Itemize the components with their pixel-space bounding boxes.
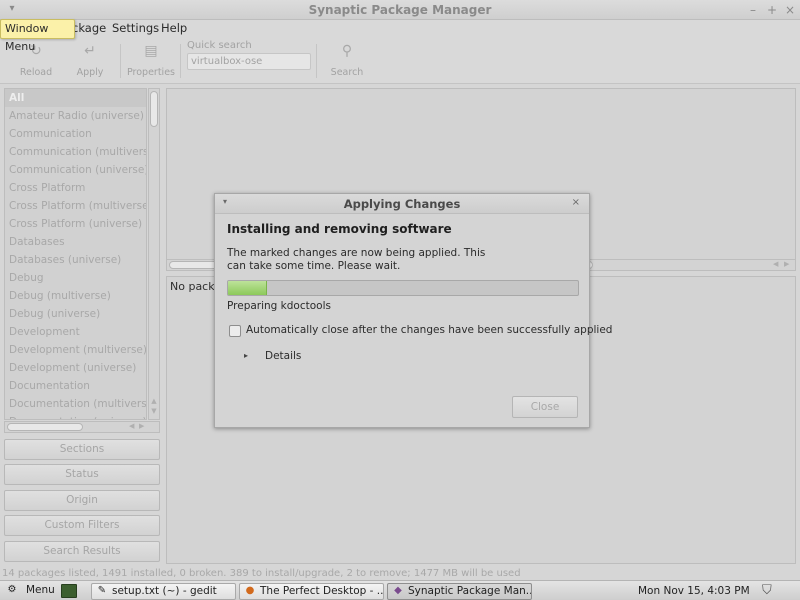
taskbar-item-synaptic[interactable]: ◆ Synaptic Package Man... bbox=[387, 583, 532, 600]
maximize-icon[interactable]: + bbox=[764, 2, 780, 18]
close-icon[interactable]: × bbox=[782, 2, 798, 18]
section-item[interactable]: All bbox=[5, 89, 146, 107]
progress-fill bbox=[228, 281, 267, 295]
status-bar: 14 packages listed, 1491 installed, 0 br… bbox=[2, 568, 521, 579]
start-menu-button[interactable]: ⚙ Menu bbox=[4, 583, 58, 600]
progress-label: Preparing kdoctools bbox=[227, 300, 331, 312]
properties-button[interactable]: ▤ Properties bbox=[126, 42, 176, 80]
scroll-right-icon[interactable]: ▶ bbox=[139, 422, 144, 430]
scroll-down-icon[interactable]: ▼ bbox=[150, 407, 158, 415]
close-button[interactable]: Close bbox=[512, 396, 578, 418]
section-item[interactable]: Debug bbox=[5, 269, 146, 287]
auto-close-checkbox[interactable] bbox=[229, 325, 241, 337]
scroll-right-icon[interactable]: ▶ bbox=[784, 260, 789, 268]
scrollbar-thumb[interactable] bbox=[7, 423, 83, 431]
menu-bar: ckage Settings Help bbox=[0, 20, 800, 38]
section-item[interactable]: Documentation (universe) bbox=[5, 413, 146, 419]
window-title: Synaptic Package Manager bbox=[308, 3, 492, 17]
section-item[interactable]: Databases bbox=[5, 233, 146, 251]
dialog-title: Applying Changes bbox=[343, 197, 461, 211]
taskbar-item-label: Synaptic Package Man... bbox=[408, 585, 532, 597]
section-item[interactable]: Cross Platform (multiverse) bbox=[5, 197, 146, 215]
section-item[interactable]: Debug (multiverse) bbox=[5, 287, 146, 305]
search-icon: ⚲ bbox=[341, 43, 353, 59]
gedit-icon: ✎ bbox=[97, 585, 107, 596]
origin-filter-button[interactable]: Origin bbox=[4, 490, 160, 511]
search-results-button[interactable]: Search Results bbox=[4, 541, 160, 562]
synaptic-icon: ◆ bbox=[394, 585, 402, 596]
sections-horizontal-scrollbar[interactable]: ◀ ▶ bbox=[4, 421, 160, 433]
section-item[interactable]: Documentation bbox=[5, 377, 146, 395]
section-item[interactable]: Communication (universe) bbox=[5, 161, 146, 179]
window-menu-tooltip: Window Menu bbox=[0, 19, 75, 53]
menu-settings[interactable]: Settings bbox=[112, 21, 159, 35]
shield-icon[interactable]: ⛉ bbox=[762, 583, 778, 600]
apply-icon: ↵ bbox=[84, 43, 96, 59]
toolbar-separator bbox=[316, 44, 317, 78]
toolbar-separator bbox=[120, 44, 121, 78]
details-label[interactable]: Details bbox=[265, 350, 301, 362]
section-item[interactable]: Development (universe) bbox=[5, 359, 146, 377]
toolbar: ↻ Reload ↵ Apply ▤ Properties ⚲ Search bbox=[0, 38, 800, 84]
dialog-heading: Installing and removing software bbox=[227, 222, 452, 236]
apply-button[interactable]: ↵ Apply bbox=[70, 42, 110, 80]
properties-icon: ▤ bbox=[144, 43, 158, 59]
expander-arrow-icon[interactable]: ▸ bbox=[241, 351, 251, 361]
scroll-up-icon[interactable]: ▲ bbox=[150, 397, 158, 405]
scroll-left-icon[interactable]: ◀ bbox=[773, 260, 778, 268]
show-desktop-icon[interactable] bbox=[61, 584, 77, 598]
dialog-title-bar: ▾ Applying Changes × bbox=[215, 194, 589, 214]
status-filter-button[interactable]: Status bbox=[4, 464, 160, 485]
dialog-message: The marked changes are now being applied… bbox=[227, 247, 486, 272]
gear-icon: ⚙ bbox=[7, 584, 17, 595]
sections-filter-button[interactable]: Sections bbox=[4, 439, 160, 460]
taskbar-item-gedit[interactable]: ✎ setup.txt (~) - gedit bbox=[91, 583, 236, 600]
apply-label: Apply bbox=[76, 67, 104, 78]
progress-bar bbox=[227, 280, 579, 296]
start-menu-label: Menu bbox=[26, 584, 55, 596]
section-item[interactable]: Databases (universe) bbox=[5, 251, 146, 269]
scrollbar-thumb[interactable] bbox=[150, 91, 158, 127]
section-item[interactable]: Cross Platform bbox=[5, 179, 146, 197]
clock[interactable]: Mon Nov 15, 4:03 PM bbox=[638, 585, 750, 597]
reload-label: Reload bbox=[19, 67, 53, 78]
menu-package[interactable]: ckage bbox=[72, 21, 106, 35]
minimize-icon[interactable]: – bbox=[745, 2, 761, 18]
section-item[interactable]: Documentation (multiverse) bbox=[5, 395, 146, 413]
menu-help[interactable]: Help bbox=[161, 21, 187, 35]
dialog-close-icon[interactable]: × bbox=[572, 197, 580, 208]
properties-label: Properties bbox=[126, 67, 175, 78]
taskbar: ⚙ Menu ✎ setup.txt (~) - gedit ● The Per… bbox=[0, 580, 800, 600]
custom-filters-button[interactable]: Custom Filters bbox=[4, 515, 160, 536]
scroll-left-icon[interactable]: ◀ bbox=[129, 422, 134, 430]
taskbar-item-label: The Perfect Desktop - ... bbox=[260, 585, 384, 597]
sections-list: All Amateur Radio (universe) Communication… bbox=[4, 88, 147, 420]
quick-search-label: Quick search bbox=[187, 40, 252, 51]
taskbar-item-firefox[interactable]: ● The Perfect Desktop - ... bbox=[239, 583, 384, 600]
section-item[interactable]: Cross Platform (universe) bbox=[5, 215, 146, 233]
toolbar-separator bbox=[180, 44, 181, 78]
section-item[interactable]: Communication (multiverse) bbox=[5, 143, 146, 161]
applying-changes-dialog: ▾ Applying Changes × Installing and remo… bbox=[214, 193, 612, 428]
taskbar-item-label: setup.txt (~) - gedit bbox=[112, 585, 217, 597]
firefox-icon: ● bbox=[245, 585, 255, 596]
quick-search-input[interactable] bbox=[187, 53, 311, 70]
section-item[interactable]: Debug (universe) bbox=[5, 305, 146, 323]
section-item[interactable]: Development bbox=[5, 323, 146, 341]
section-item[interactable]: Communication bbox=[5, 125, 146, 143]
title-bar: ▾ Synaptic Package Manager – + × bbox=[0, 0, 800, 20]
search-label: Search bbox=[330, 67, 364, 78]
search-button[interactable]: ⚲ Search bbox=[326, 42, 368, 80]
section-item[interactable]: Amateur Radio (universe) bbox=[5, 107, 146, 125]
section-item[interactable]: Development (multiverse) bbox=[5, 341, 146, 359]
sections-vertical-scrollbar[interactable]: ▲ ▼ bbox=[148, 88, 160, 420]
auto-close-label[interactable]: Automatically close after the changes ha… bbox=[246, 324, 612, 336]
